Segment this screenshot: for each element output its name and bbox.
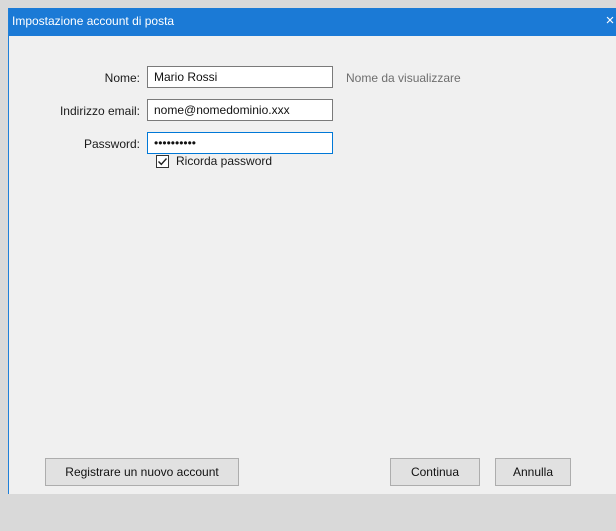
remember-password-label: Ricorda password [176,154,273,168]
register-account-button[interactable]: Registrare un nuovo account [45,458,239,486]
name-field[interactable] [147,66,333,88]
name-hint: Nome da visualizzare [346,71,461,85]
email-field[interactable] [147,99,333,121]
email-label: Indirizzo email: [59,104,140,118]
title-bar[interactable]: Impostazione account di posta × [9,8,616,36]
continue-button[interactable]: Continua [390,458,480,486]
password-label: Password: [83,137,140,151]
name-label: Nome: [104,71,140,85]
window-title: Impostazione account di posta [12,14,175,28]
close-icon[interactable]: × [601,11,616,31]
password-field[interactable] [147,132,333,154]
cancel-button[interactable]: Annulla [495,458,571,486]
remember-password-checkbox[interactable] [156,155,169,168]
checkmark-icon [158,158,168,166]
